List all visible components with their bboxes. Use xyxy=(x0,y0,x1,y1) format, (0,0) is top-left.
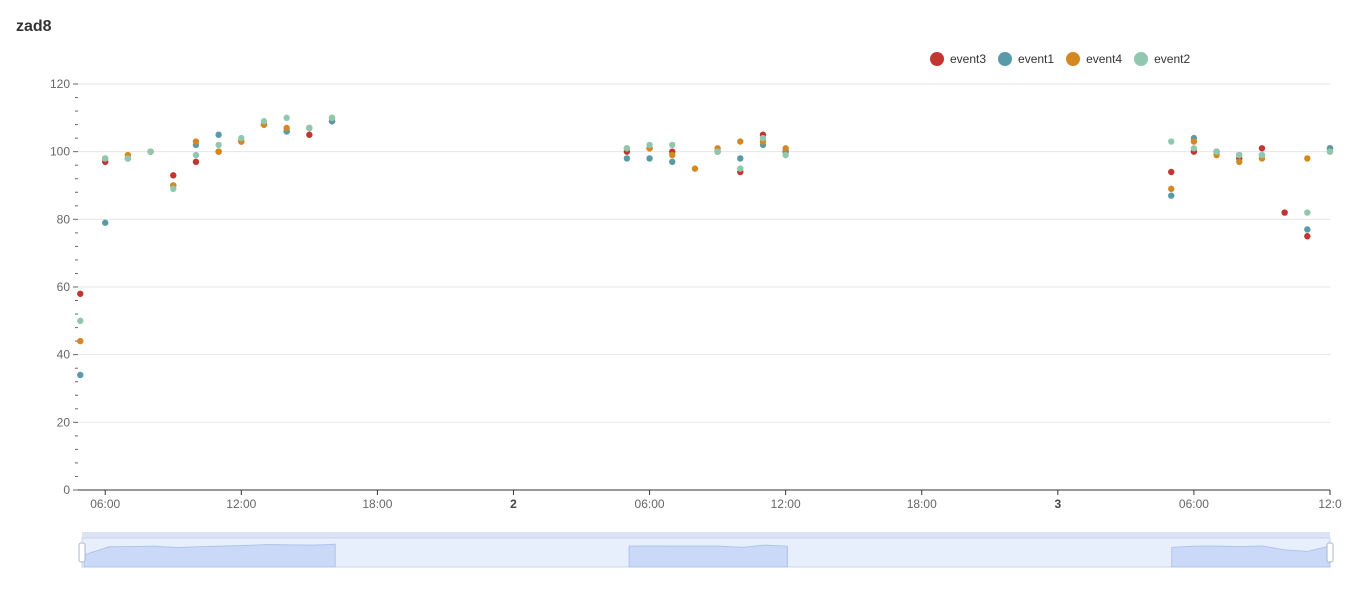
y-tick-label: 60 xyxy=(57,280,71,294)
point-event3[interactable] xyxy=(1168,168,1175,176)
point-event4[interactable] xyxy=(192,138,200,145)
point-event2[interactable] xyxy=(328,114,336,122)
point-event2[interactable] xyxy=(192,151,200,159)
point-event1[interactable] xyxy=(623,155,631,162)
point-event3[interactable] xyxy=(1304,233,1311,240)
point-event1[interactable] xyxy=(102,219,109,226)
x-tick-label: 12:00 xyxy=(226,497,256,511)
point-event4[interactable] xyxy=(782,145,789,152)
point-event4[interactable] xyxy=(1236,158,1243,166)
point-event3[interactable] xyxy=(192,158,200,166)
point-event2[interactable] xyxy=(238,134,245,142)
point-event1[interactable] xyxy=(77,371,84,379)
data-points xyxy=(77,114,1334,379)
point-event3[interactable] xyxy=(77,290,84,297)
point-event2[interactable] xyxy=(147,148,154,155)
point-event3[interactable] xyxy=(1258,145,1266,152)
point-event2[interactable] xyxy=(215,141,222,149)
point-event2[interactable] xyxy=(77,317,84,325)
x-tick-label: 12:00 xyxy=(771,497,801,511)
point-event2[interactable] xyxy=(124,155,132,162)
y-tick-label: 80 xyxy=(57,212,71,226)
x-tick-label: 06:00 xyxy=(90,497,120,511)
point-event1[interactable] xyxy=(646,155,653,162)
x-tick-label: 06:00 xyxy=(635,497,665,511)
point-event2[interactable] xyxy=(1236,151,1243,159)
data-zoom-slider[interactable] xyxy=(78,532,1334,568)
point-event2[interactable] xyxy=(737,165,744,172)
y-tick-label: 0 xyxy=(63,483,70,497)
point-event2[interactable] xyxy=(1190,145,1198,152)
point-event2[interactable] xyxy=(102,155,109,162)
point-event3[interactable] xyxy=(1281,209,1288,216)
point-event1[interactable] xyxy=(1304,226,1311,233)
point-event4[interactable] xyxy=(77,337,84,345)
point-event4[interactable] xyxy=(1190,138,1198,145)
x-tick-label: 2 xyxy=(510,497,517,511)
point-event2[interactable] xyxy=(1326,148,1334,155)
point-event2[interactable] xyxy=(782,151,789,159)
point-event2[interactable] xyxy=(714,148,721,155)
point-event1[interactable] xyxy=(737,155,744,162)
x-axis: 06:00 12:00 18:00 2 06:00 12:00 18:00 3 06:00 12:… xyxy=(78,489,1342,511)
point-event2[interactable] xyxy=(623,145,631,152)
y-axis: 0 20 40 60 80 100 120 xyxy=(50,77,78,497)
point-event4[interactable] xyxy=(1304,155,1311,162)
y-tick-label: 100 xyxy=(50,145,70,159)
point-event4[interactable] xyxy=(691,165,699,172)
zoom-right-handle[interactable] xyxy=(1326,542,1334,563)
point-event4[interactable] xyxy=(737,138,744,145)
zoom-shadow-area xyxy=(628,544,788,568)
x-tick-label: 3 xyxy=(1054,497,1061,511)
point-event2[interactable] xyxy=(260,118,268,125)
point-event2[interactable] xyxy=(1168,138,1175,145)
point-event2[interactable] xyxy=(1213,148,1220,155)
x-tick-label: 06:00 xyxy=(1179,497,1209,511)
point-event2[interactable] xyxy=(306,124,313,132)
point-event3[interactable] xyxy=(306,131,313,138)
point-event4[interactable] xyxy=(215,148,222,155)
point-event3[interactable] xyxy=(170,172,177,179)
zoom-left-handle[interactable] xyxy=(78,542,86,563)
point-event2[interactable] xyxy=(646,141,653,149)
point-event2[interactable] xyxy=(283,114,290,122)
x-tick-label: 12:0 xyxy=(1318,497,1342,511)
y-tick-label: 40 xyxy=(57,348,71,362)
point-event2[interactable] xyxy=(669,141,676,149)
point-event2[interactable] xyxy=(170,185,177,193)
point-event1[interactable] xyxy=(1168,192,1175,199)
point-event1[interactable] xyxy=(669,158,676,166)
point-event4[interactable] xyxy=(669,151,676,159)
y-tick-label: 120 xyxy=(50,77,70,91)
x-tick-label: 18:00 xyxy=(362,497,392,511)
point-event2[interactable] xyxy=(759,134,767,142)
point-event4[interactable] xyxy=(1168,185,1175,193)
point-event2[interactable] xyxy=(1304,209,1311,216)
zoom-shadow-area xyxy=(83,543,336,568)
point-event2[interactable] xyxy=(1258,151,1266,159)
zoom-handle-bar[interactable] xyxy=(82,532,1330,538)
grid-lines xyxy=(78,83,1330,423)
point-event4[interactable] xyxy=(283,124,290,132)
y-tick-label: 20 xyxy=(57,415,71,429)
scatter-chart: 0 20 40 60 80 100 120 06:00 12:00 18:00 2 06:00 12:… xyxy=(50,77,1342,568)
point-event1[interactable] xyxy=(215,131,222,138)
x-tick-label: 18:00 xyxy=(907,497,937,511)
